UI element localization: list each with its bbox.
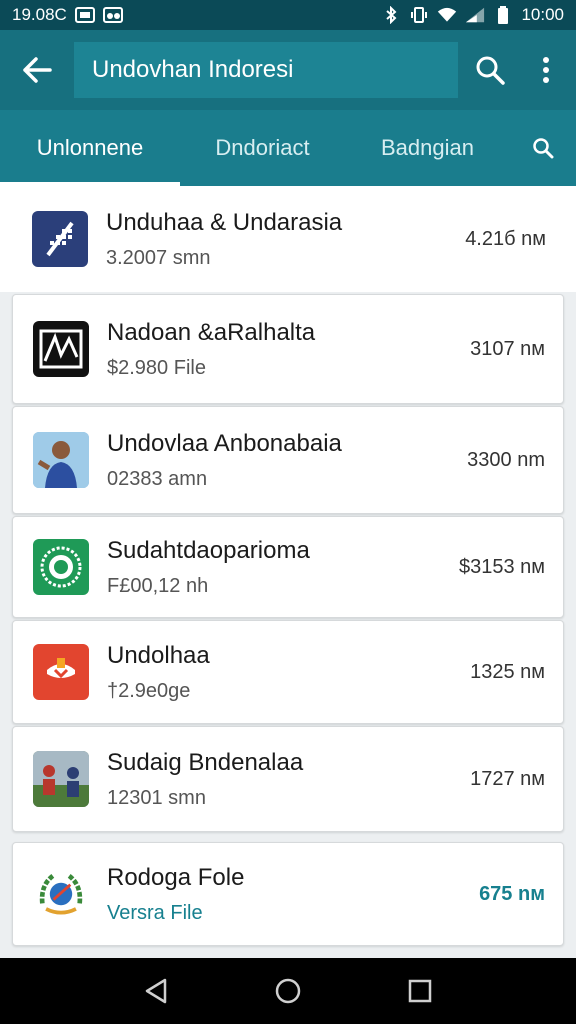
status-time-right: 10:00 xyxy=(521,5,564,24)
nav-back-button[interactable] xyxy=(136,971,176,1011)
arrow-back-icon xyxy=(23,57,52,83)
green-seal-app-icon xyxy=(33,539,89,595)
item-size: 3300 nm xyxy=(467,448,545,471)
app-bar: Undovhan Indoresi xyxy=(0,30,576,110)
tab-label: Unlonnene xyxy=(36,135,144,160)
item-subtitle: $2.980 File xyxy=(107,356,206,379)
black-screen-app-icon xyxy=(33,321,89,377)
item-subtitle: 3.2007 smn xyxy=(106,246,211,269)
tab-unlonnene[interactable]: Unlonnene xyxy=(0,110,180,186)
item-title: Nadoan &aRalhalta xyxy=(107,318,316,346)
list-item[interactable]: Undovlaa Anbonabaia 02383 amn 3300 nm xyxy=(12,406,564,514)
vibrate-icon xyxy=(409,6,429,24)
item-title: Sudahtdaoparioma xyxy=(107,536,310,564)
overflow-menu-button[interactable] xyxy=(518,30,574,110)
tab-badngian[interactable]: Badngian xyxy=(345,110,510,186)
people-photo-app-icon xyxy=(33,751,89,807)
more-vert-icon xyxy=(543,57,549,83)
message-icon xyxy=(74,6,95,24)
tab-label: Dndoriact xyxy=(215,135,310,160)
search-input[interactable]: Undovhan Indoresi xyxy=(74,42,458,98)
person-photo-app-icon xyxy=(33,432,89,488)
list-item[interactable]: Nadoan &aRalhalta $2.980 File 3107 nм xyxy=(12,294,564,404)
app-list: Unduhaa & Undarasia 3.2007 smn 4.21б nм … xyxy=(0,186,576,958)
tab-bar: Unlonnene Dndoriact Badngian xyxy=(0,110,576,186)
search-icon xyxy=(533,138,554,159)
list-item[interactable]: Unduhaa & Undarasia 3.2007 smn 4.21б nм xyxy=(0,186,576,292)
list-item[interactable]: Undolhaa †2.9e0ge 1325 nм xyxy=(12,620,564,724)
navigation-bar xyxy=(0,958,576,1024)
nav-recents-button[interactable] xyxy=(400,971,440,1011)
battery-icon xyxy=(493,6,513,24)
signal-icon xyxy=(465,6,485,24)
search-icon xyxy=(476,56,505,85)
item-subtitle: 12301 smn xyxy=(107,786,206,809)
nav-home-button[interactable] xyxy=(268,971,308,1011)
square-recents-icon xyxy=(408,979,432,1003)
status-bar: 19.08C 10:00 xyxy=(0,0,576,30)
item-title: Sudaig Bndenalaa xyxy=(107,748,304,776)
search-button[interactable] xyxy=(462,30,518,110)
triangle-back-icon xyxy=(145,978,167,1004)
list-item[interactable]: Sudaig Bndenalaa 12301 smn 1727 nм xyxy=(12,726,564,832)
item-title: Undovlaa Anbonabaia xyxy=(107,429,342,457)
list-item[interactable]: Sudahtdaoparioma F£00,12 nh $3153 nм xyxy=(12,516,564,618)
item-size: 3107 nм xyxy=(470,337,545,360)
list-item[interactable]: Rodoga Fole Versra File 675 nм xyxy=(12,842,564,946)
back-button[interactable] xyxy=(0,30,74,110)
circle-home-icon xyxy=(275,978,301,1004)
laurel-emblem-app-icon xyxy=(33,866,89,922)
item-size: $3153 nм xyxy=(458,555,545,578)
search-query-text: Undovhan Indoresi xyxy=(92,56,294,83)
tab-label: Badngian xyxy=(381,135,474,160)
item-size: 1325 nм xyxy=(470,660,545,683)
item-size: 1727 nм xyxy=(470,767,545,790)
photo-icon xyxy=(102,6,123,24)
tab-search-button[interactable] xyxy=(510,110,576,186)
item-title: Rodoga Fole xyxy=(107,863,245,891)
item-subtitle: 02383 amn xyxy=(107,467,208,490)
item-subtitle: F£00,12 nh xyxy=(107,574,209,597)
bluetooth-icon xyxy=(381,6,401,24)
item-title: Undolhaa xyxy=(107,641,210,669)
status-time-left: 19.08C xyxy=(12,5,67,24)
item-title: Unduhaa & Undarasia xyxy=(106,208,343,236)
item-subtitle: Versra File xyxy=(107,901,203,924)
red-download-app-icon xyxy=(33,644,89,700)
item-size: 4.21б nм xyxy=(465,227,546,250)
item-subtitle: †2.9e0ge xyxy=(107,679,191,702)
blue-grid-app-icon xyxy=(32,211,88,267)
tab-dndoriact[interactable]: Dndoriact xyxy=(180,110,345,186)
wifi-icon xyxy=(437,6,457,24)
item-size: 675 nм xyxy=(479,882,545,905)
